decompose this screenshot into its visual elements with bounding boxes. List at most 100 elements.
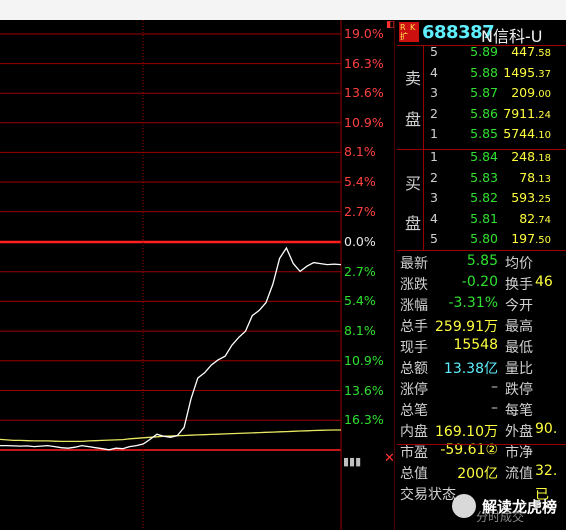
sell-level-row[interactable]: 1 5.85 5744.10 <box>397 126 566 146</box>
level-volume: 197.50 <box>511 231 551 246</box>
quote-row: 总手 259.91万 最高 <box>397 316 566 337</box>
axis-tick-label: 8.1% <box>344 323 376 339</box>
quote-label: 总额 <box>400 361 428 377</box>
quote-label: 流值 <box>505 466 533 482</box>
buy-level-row[interactable]: 5 5.80 197.50 <box>397 231 566 251</box>
quote-value: 259.91万 <box>435 319 498 335</box>
quote-label: 跌停 <box>505 382 533 398</box>
divider <box>397 444 566 445</box>
quote-label: 均价 <box>505 256 533 272</box>
axis-tick-label: 2.7% <box>344 263 376 279</box>
quote-label: 内盘 <box>400 424 428 440</box>
axis-tick-label: 10.9% <box>344 114 384 130</box>
close-icon[interactable]: ✕ <box>384 451 395 466</box>
quote-label: 最新 <box>400 256 428 272</box>
level-price: 5.80 <box>470 231 498 246</box>
quote-label: 最低 <box>505 340 533 356</box>
quote-label: 今开 <box>505 298 533 314</box>
level-volume: 7911.24 <box>503 105 551 121</box>
buy-level-row[interactable]: 2 5.83 78.13 <box>397 170 566 190</box>
quote-row: 总值 200亿 流值 32. <box>397 463 566 484</box>
axis-tick-label: 2.7% <box>344 203 376 219</box>
level-number: 4 <box>430 64 438 80</box>
axis-tick-label: 8.1% <box>344 144 376 160</box>
quote-label: 外盘 <box>505 424 533 440</box>
quote-row: 现手 15548 最低 <box>397 337 566 358</box>
quote-row: 总额 13.38亿 量比 <box>397 358 566 379</box>
chart-canvas <box>0 20 395 530</box>
quote-label: 市盈 <box>400 445 428 461</box>
level-number: 3 <box>430 190 438 205</box>
sell-level-row[interactable]: 4 5.88 1495.37 <box>397 65 566 85</box>
level-volume: 1495.37 <box>503 64 551 80</box>
level-price: 5.82 <box>470 190 498 205</box>
axis-tick-label: 10.9% <box>344 352 384 368</box>
quote-label: 现手 <box>400 340 428 356</box>
quote-value: – <box>491 379 498 395</box>
quote-value: 5.85 <box>466 253 498 269</box>
window-top-bar <box>0 0 566 20</box>
price-line <box>0 246 342 451</box>
level-price: 5.85 <box>470 126 498 141</box>
wechat-logo-icon <box>452 494 476 518</box>
level-price: 5.81 <box>470 210 498 226</box>
level-volume: 593.25 <box>511 190 551 205</box>
sell-level-row[interactable]: 2 5.86 7911.24 <box>397 106 566 126</box>
sell-level-row[interactable]: 5 5.89 447.58 <box>397 44 566 64</box>
quote-value: 15548 <box>453 337 498 353</box>
level-number: 2 <box>430 169 438 185</box>
quote-value: 200亿 <box>457 466 498 482</box>
axis-tick-label: 5.4% <box>344 293 376 309</box>
quote-panel: R K 扩 688387 N信科-U 卖 盘 5 5.89 447.58 4 5.88 1… <box>397 20 566 530</box>
divider <box>397 250 566 251</box>
level-number: 1 <box>430 126 438 141</box>
level-number: 5 <box>430 231 438 246</box>
level-price: 5.88 <box>470 64 498 80</box>
level-volume: 447.58 <box>511 44 551 59</box>
axis-tick-label: 13.6% <box>344 382 384 398</box>
market-badge[interactable]: R K 扩 <box>399 22 419 42</box>
axis-tick-label: 13.6% <box>344 85 384 101</box>
quote-value: – <box>491 400 498 416</box>
tab-intraday-trades[interactable]: 分时成交 <box>476 508 524 525</box>
level-volume: 78.13 <box>519 169 551 185</box>
level-number: 4 <box>430 210 438 226</box>
expand-icon[interactable]: ◧ <box>386 20 395 30</box>
volume-bars-icon[interactable]: ▮▮▮ <box>343 455 361 468</box>
axis-tick-label: 16.3% <box>344 55 384 71</box>
quote-label: 总手 <box>400 319 428 335</box>
buy-level-row[interactable]: 3 5.82 593.25 <box>397 190 566 210</box>
level-price: 5.89 <box>470 44 498 59</box>
quote-row: 涨停 – 跌停 <box>397 379 566 400</box>
quote-row: 内盘 169.10万 外盘 90. <box>397 421 566 442</box>
level-price: 5.84 <box>470 149 498 164</box>
quote-row: 涨跌 -0.20 换手 46 <box>397 274 566 295</box>
buy-level-row[interactable]: 4 5.81 82.74 <box>397 211 566 231</box>
sell-level-row[interactable]: 3 5.87 209.00 <box>397 85 566 105</box>
level-number: 3 <box>430 85 438 100</box>
average-price-line <box>0 429 341 443</box>
quote-value: 46 <box>535 274 553 290</box>
axis-tick-label: 16.3% <box>344 412 384 428</box>
quote-label: 涨跌 <box>400 277 428 293</box>
axis-zero-label: 0.0% <box>344 234 376 249</box>
level-price: 5.87 <box>470 85 498 100</box>
quote-label: 涨停 <box>400 382 428 398</box>
level-number: 1 <box>430 149 438 164</box>
buy-level-row[interactable]: 1 5.84 248.18 <box>397 149 566 169</box>
level-number: 2 <box>430 105 438 121</box>
level-price: 5.86 <box>470 105 498 121</box>
intraday-chart[interactable] <box>0 20 395 530</box>
quote-value: 169.10万 <box>435 424 498 440</box>
quote-value: 32. <box>535 463 558 479</box>
axis-tick-label: 19.0% <box>344 26 384 41</box>
quote-label: 量比 <box>505 361 533 377</box>
quote-value: -3.31% <box>448 295 498 311</box>
quote-label: 换手 <box>505 277 533 293</box>
quote-value: 13.38亿 <box>443 361 498 377</box>
level-price: 5.83 <box>470 169 498 185</box>
quote-label: 总值 <box>400 466 428 482</box>
axis-tick-label: 5.4% <box>344 174 376 189</box>
level-volume: 248.18 <box>511 149 551 164</box>
level-number: 5 <box>430 44 438 59</box>
